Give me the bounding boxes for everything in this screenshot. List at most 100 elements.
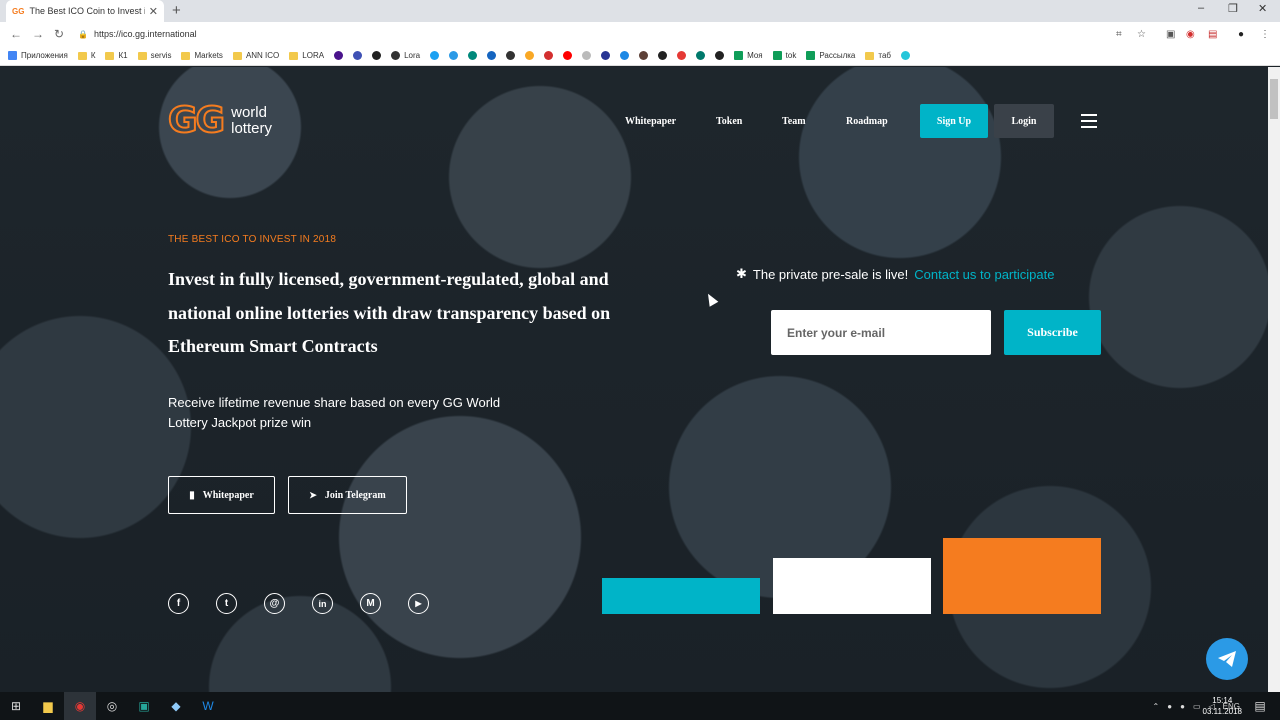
hero-headline: Invest in fully licensed, government-reg… [168,269,611,356]
lock-icon: 🔒 [78,29,89,39]
scrollbar[interactable] [1268,67,1280,692]
bookmark-folder[interactable]: LORA [289,51,324,60]
bookmark-icon[interactable] [620,51,630,60]
app-icon[interactable]: ◎ [96,692,128,720]
bookmark-icon[interactable] [487,51,497,60]
address-bar-row: ← → ↻ 🔒 https://ico.gg.international [0,22,1280,46]
bookmark-rassylka[interactable]: Рассылка [806,51,855,60]
nav-team[interactable]: Team [782,116,806,127]
contact-link[interactable]: Contact us to participate [914,267,1054,282]
star-icon[interactable]: ☆ [1137,29,1146,40]
windows-start-icon[interactable]: ⊞ [0,692,32,720]
bookmark-icon[interactable] [658,51,668,60]
bookmark-icon[interactable] [506,51,516,60]
close-window-icon[interactable]: ✕ [1258,2,1267,15]
at-icon[interactable]: @ [264,593,285,614]
bookmark-apps[interactable]: Приложения [8,51,68,60]
telegram-icon: ➤ [309,489,317,500]
youtube-icon[interactable]: ▶ [408,593,429,614]
browser-tab[interactable]: GG The Best ICO Coin to Invest in 20 ✕ [6,0,164,22]
bookmark-icon[interactable] [544,51,554,60]
nav-token[interactable]: Token [716,116,742,127]
network-icon[interactable]: ▭ [1193,702,1201,711]
bookmark-folder[interactable]: К [77,51,95,60]
notifications-icon[interactable]: ▤ [1244,692,1276,720]
bookmark-folder[interactable]: ANN ICO [232,51,279,60]
logo-wordmark: world lottery [231,104,272,137]
twitter-icon[interactable]: t [216,593,237,614]
extension-icon[interactable]: ▣ [1166,29,1175,40]
profile-avatar-icon[interactable]: ● [1238,29,1244,40]
back-icon[interactable]: ← [10,27,22,41]
bookmark-icon[interactable] [677,51,687,60]
bookmark-icon[interactable] [449,51,459,60]
whitepaper-button[interactable]: ▮ Whitepaper [168,476,275,514]
email-input[interactable] [771,310,991,355]
menu-dots-icon[interactable]: ⋮ [1260,29,1270,40]
bookmark-icon[interactable] [563,51,573,60]
hamburger-menu-icon[interactable] [1081,114,1097,128]
linkedin-icon[interactable]: in [312,593,333,614]
taskbar: ⊞ ▆ ◉ ◎ ▣ ◆ W ⌃ ● ● ▭ ◁ ENG 15:14 03.11.… [0,692,1280,720]
tray-chevron-icon[interactable]: ⌃ [1153,702,1160,711]
url-text: https://ico.gg.international [94,29,197,39]
forward-icon[interactable]: → [32,27,44,41]
bookmark-folder[interactable]: Markets [181,51,223,60]
telegram-chat-button[interactable] [1206,638,1248,680]
bookmark-icon[interactable] [525,51,535,60]
translate-icon[interactable]: ⌗ [1116,29,1122,40]
app-icon[interactable]: ▣ [128,692,160,720]
teal-block [602,578,760,614]
orange-block [943,538,1101,614]
scrollbar-thumb[interactable] [1270,79,1278,119]
clock[interactable]: 15:14 03.11.2018 [1203,695,1242,717]
bookmark-icon[interactable] [468,51,478,60]
opera-icon[interactable]: ◉ [1186,29,1195,40]
tray-app-icon[interactable]: ● [1167,702,1172,711]
extension-badge-icon[interactable]: ▤ [1208,29,1217,40]
logo[interactable]: GG world lottery [167,100,272,141]
hero-eyebrow: THE BEST ICO TO INVEST IN 2018 [168,234,337,245]
bookmark-icon[interactable] [601,51,611,60]
login-button[interactable]: Login [994,104,1054,138]
bookmark-icon[interactable] [582,51,592,60]
bookmark-moya[interactable]: Моя [734,51,763,60]
bookmark-icon[interactable] [353,51,363,60]
bookmark-folder[interactable]: К1 [105,51,128,60]
reload-icon[interactable]: ↻ [54,27,64,41]
gear-icon: ✱ [736,266,747,281]
bookmark-tab[interactable]: таб [865,51,891,60]
medium-icon[interactable]: M [360,593,381,614]
minimize-icon[interactable]: – [1198,2,1204,14]
signup-button[interactable]: Sign Up [920,104,988,138]
chrome-icon[interactable]: ◉ [64,692,96,720]
bookmark-lora[interactable]: Lora [391,51,420,60]
app-icon[interactable]: ◆ [160,692,192,720]
white-block [773,558,931,614]
new-tab-icon[interactable]: + [172,2,181,19]
bookmark-icon[interactable] [372,51,382,60]
bookmark-icon[interactable] [696,51,706,60]
explorer-icon[interactable]: ▆ [32,692,64,720]
presale-text: The private pre-sale is live! [752,266,909,282]
url-field[interactable]: 🔒 https://ico.gg.international [78,29,197,39]
nav-roadmap[interactable]: Roadmap [846,116,888,127]
bookmark-tok[interactable]: tok [772,51,796,60]
facebook-icon[interactable]: f [168,593,189,614]
bookmark-icon[interactable] [430,51,440,60]
join-telegram-button[interactable]: ➤ Join Telegram [288,476,407,514]
bookmark-icon[interactable] [715,51,725,60]
bookmarks-bar: Приложения К К1 servis Markets ANN ICO L… [0,46,1280,66]
bookmark-icon[interactable] [900,51,910,60]
tab-favicon: GG [12,6,25,16]
subscribe-button[interactable]: Subscribe [1004,310,1101,355]
close-tab-icon[interactable]: ✕ [149,5,158,18]
bookmark-folder[interactable]: servis [137,51,171,60]
restore-icon[interactable]: ❐ [1228,2,1238,15]
logo-mark: GG [167,100,226,141]
nav-whitepaper[interactable]: Whitepaper [625,116,676,127]
bookmark-icon[interactable] [334,51,344,60]
word-icon[interactable]: W [192,692,224,720]
tray-app-icon[interactable]: ● [1180,702,1185,711]
bookmark-icon[interactable] [639,51,649,60]
